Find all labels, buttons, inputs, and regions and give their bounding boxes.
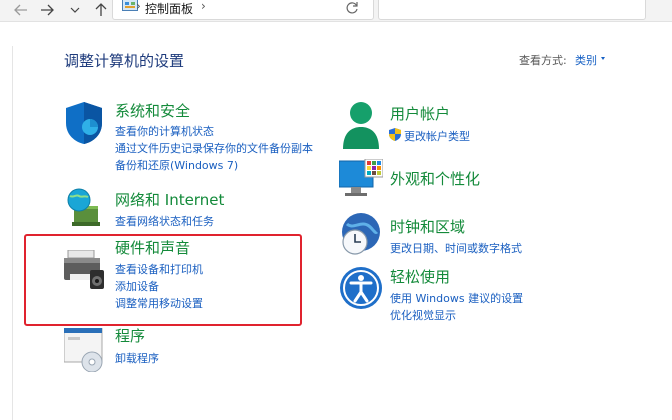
uac-shield-icon [389,128,401,141]
network-globe-icon[interactable] [64,186,104,230]
search-input[interactable] [378,0,646,20]
category-network-internet[interactable]: 网络和 Internet [115,189,224,210]
link-use-windows-recommended-settings[interactable]: 使用 Windows 建议的设置 [390,290,523,306]
link-change-date-time-format[interactable]: 更改日期、时间或数字格式 [390,240,522,256]
link-change-account-type[interactable]: 更改帐户类型 [404,128,470,144]
arrow-right-icon [41,4,54,16]
highlight-box [24,234,302,326]
forward-button[interactable] [36,0,58,20]
appearance-personalization-icon[interactable] [339,159,383,201]
back-button[interactable] [10,0,32,20]
control-panel-window: › 控制面板 › 调整计算机的设置 查看方式: 类别 系统和安全 查看你的计算机… [0,0,672,420]
view-by-dropdown[interactable]: 类别 [575,52,597,68]
category-appearance-personalization[interactable]: 外观和个性化 [390,168,480,189]
link-file-history-backup[interactable]: 通过文件历史记录保存你的文件备份副本 [115,140,313,156]
breadcrumb-separator-root: › [136,0,141,13]
link-uninstall-program[interactable]: 卸载程序 [115,350,159,366]
ease-of-access-icon[interactable] [339,266,383,310]
address-bar[interactable]: › 控制面板 › [112,0,441,20]
user-accounts-icon[interactable] [341,101,381,151]
chevron-down-icon [70,7,80,13]
link-backup-restore[interactable]: 备份和还原(Windows 7) [115,157,238,173]
category-system-security[interactable]: 系统和安全 [115,100,190,121]
breadcrumb-control-panel[interactable]: 控制面板 [145,0,193,17]
link-optimize-visual-display[interactable]: 优化视觉显示 [390,307,456,323]
category-ease-of-access[interactable]: 轻松使用 [390,266,450,287]
category-user-accounts[interactable]: 用户帐户 [390,103,450,124]
arrow-left-icon [14,4,27,16]
refresh-icon[interactable] [345,1,359,15]
link-view-network-status[interactable]: 查看网络状态和任务 [115,213,214,229]
arrow-up-icon [95,3,107,16]
programs-icon[interactable] [64,328,106,372]
view-by-label: 查看方式: [519,54,567,67]
page-title: 调整计算机的设置 [64,52,185,70]
recent-locations-button[interactable] [64,0,86,20]
category-programs[interactable]: 程序 [115,325,145,346]
navigation-bar: › 控制面板 › [0,0,672,22]
breadcrumb-separator[interactable]: › [201,0,206,13]
up-button[interactable] [90,0,112,20]
window-edge [12,46,13,420]
link-view-computer-status[interactable]: 查看你的计算机状态 [115,123,214,139]
category-clock-region[interactable]: 时钟和区域 [390,216,465,237]
clock-region-icon[interactable] [339,212,383,258]
system-security-shield-icon[interactable] [64,101,104,145]
view-by-arrow-icon[interactable] [601,57,605,60]
